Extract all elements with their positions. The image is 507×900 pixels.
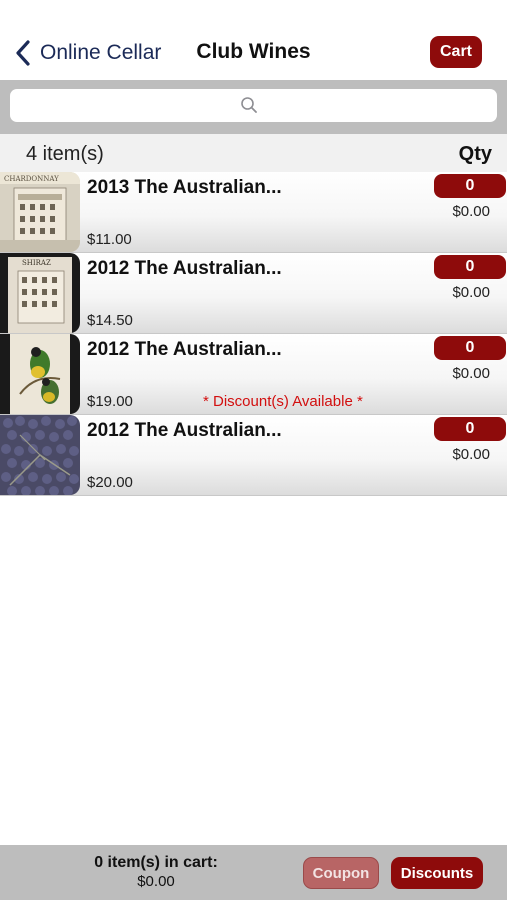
- chevron-left-icon: [16, 40, 30, 66]
- wine-thumbnail: [0, 334, 80, 414]
- list-item[interactable]: 2012 The Australian... $19.00 * Discount…: [0, 334, 507, 415]
- svg-text:CHARDONNAY: CHARDONNAY: [4, 175, 59, 183]
- list-item[interactable]: SHIRAZ 2012 The Australian... $14.50 0 $…: [0, 253, 507, 334]
- wine-price: $20.00: [87, 474, 133, 491]
- cart-button[interactable]: Cart: [430, 36, 482, 68]
- qty-button[interactable]: 0: [434, 417, 506, 441]
- search-icon: [241, 97, 257, 113]
- line-total: $0.00: [452, 446, 490, 463]
- wine-price: $11.00: [87, 231, 132, 248]
- cart-item-count: 0 item(s) in cart:: [94, 854, 218, 871]
- line-total: $0.00: [452, 203, 490, 220]
- cart-total: $0.00: [137, 873, 175, 890]
- qty-button[interactable]: 0: [434, 336, 506, 360]
- wine-price: $19.00: [87, 393, 133, 410]
- line-total: $0.00: [452, 365, 490, 382]
- discounts-button[interactable]: Discounts: [391, 857, 483, 889]
- list-item[interactable]: 2012 The Australian... $20.00 0 $0.00: [0, 415, 507, 496]
- back-button[interactable]: Online Cellar: [14, 38, 161, 68]
- wine-name: 2012 The Australian...: [87, 339, 282, 360]
- wine-price: $14.50: [87, 312, 133, 329]
- wine-thumbnail: SHIRAZ: [0, 253, 80, 333]
- svg-text:SHIRAZ: SHIRAZ: [22, 259, 51, 267]
- back-label: Online Cellar: [40, 41, 162, 64]
- qty-column-header: Qty: [458, 143, 492, 165]
- item-count-label: 4 item(s): [26, 143, 104, 165]
- discount-available-note: * Discount(s) Available *: [203, 393, 363, 410]
- coupon-button[interactable]: Coupon: [303, 857, 379, 889]
- qty-button[interactable]: 0: [434, 174, 506, 198]
- list-item[interactable]: CHARDONNAY 2013 The Australian... $11.00…: [0, 172, 507, 253]
- line-total: $0.00: [452, 284, 490, 301]
- wine-thumbnail: [0, 415, 80, 495]
- wine-name: 2013 The Australian...: [87, 177, 282, 198]
- wine-name: 2012 The Australian...: [87, 258, 282, 279]
- wine-name: 2012 The Australian...: [87, 420, 282, 441]
- wine-thumbnail: CHARDONNAY: [0, 172, 80, 252]
- qty-button[interactable]: 0: [434, 255, 506, 279]
- cart-summary: 0 item(s) in cart: $0.00: [56, 854, 256, 891]
